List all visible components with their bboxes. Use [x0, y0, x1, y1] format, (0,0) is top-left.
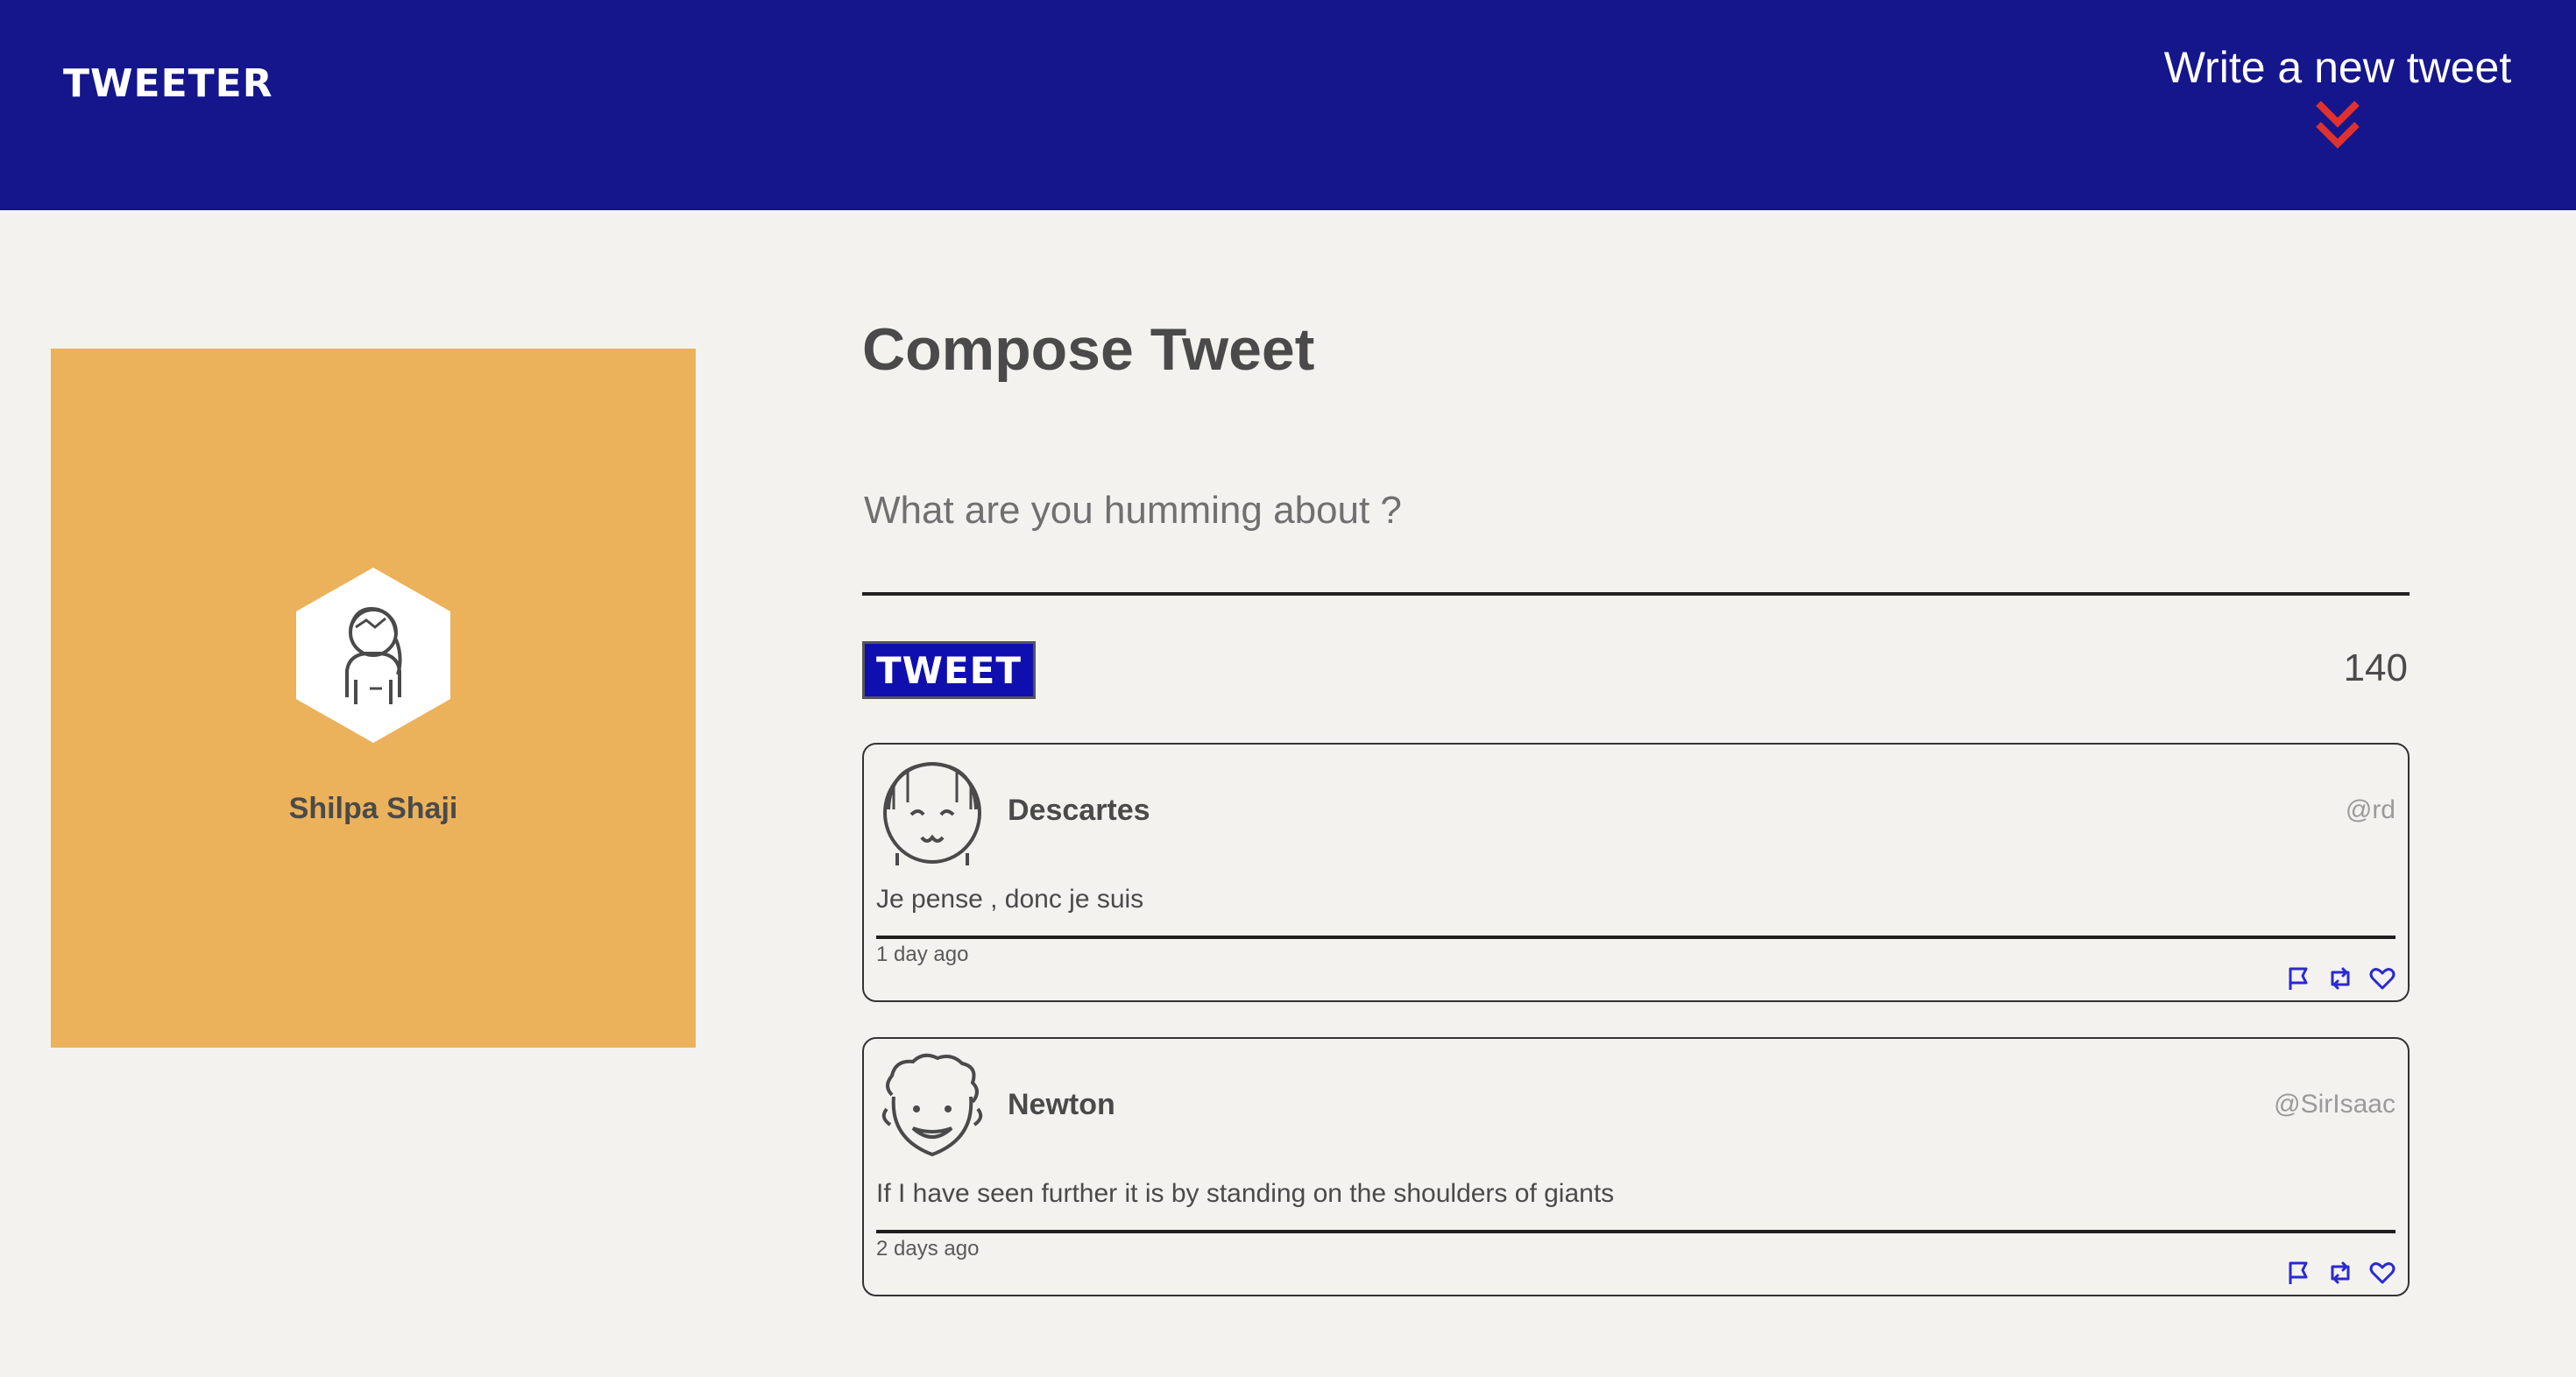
heart-icon[interactable] [2369, 965, 2396, 992]
tweet-card: Descartes @rd Je pense , donc je suis 1 … [862, 743, 2410, 1002]
tweet-divider [876, 936, 2396, 939]
flag-icon[interactable] [2285, 1260, 2311, 1286]
retweet-icon[interactable] [2327, 1260, 2353, 1286]
tweet-submit-button[interactable]: TWEET [862, 641, 1036, 699]
tweet-timestamp: 1 day ago [876, 943, 969, 966]
tweet-body: Je pense , donc je suis [876, 885, 1144, 914]
tweet-card: Newton @SirIsaac If I have seen further … [862, 1037, 2410, 1296]
double-chevron-down-icon[interactable] [2313, 98, 2362, 151]
tweet-divider [876, 1230, 2396, 1233]
user-avatar-icon [296, 568, 450, 743]
top-nav: TWEETER Write a new tweet [0, 0, 2576, 210]
man-avatar-icon [881, 1053, 983, 1157]
tweet-actions [2285, 965, 2396, 992]
tweet-author-name[interactable]: Descartes [1008, 794, 1150, 828]
heart-icon[interactable] [2369, 1260, 2396, 1286]
write-new-tweet-toggle[interactable]: Write a new tweet [2162, 42, 2513, 165]
compose-title: Compose Tweet [862, 316, 1315, 383]
character-counter: 140 [2343, 646, 2408, 689]
profile-name: Shilpa Shaji [288, 792, 458, 825]
compose-underline [862, 592, 2410, 596]
retweet-icon[interactable] [2327, 965, 2353, 992]
brand-logo[interactable]: TWEETER [63, 61, 273, 106]
write-new-tweet-label[interactable]: Write a new tweet [2162, 42, 2513, 93]
tweet-text-input[interactable] [864, 480, 2408, 541]
tweet-author-handle[interactable]: @rd [2346, 795, 2396, 825]
tweet-timestamp: 2 days ago [876, 1237, 980, 1260]
flag-icon[interactable] [2285, 965, 2311, 992]
profile-card: Shilpa Shaji [51, 349, 696, 1048]
tweet-actions [2285, 1260, 2396, 1286]
tweet-author-handle[interactable]: @SirIsaac [2274, 1090, 2396, 1119]
tweet-body: If I have seen further it is by standing… [876, 1179, 1615, 1208]
girl-avatar-icon [883, 761, 981, 865]
tweet-author-name[interactable]: Newton [1008, 1088, 1115, 1122]
